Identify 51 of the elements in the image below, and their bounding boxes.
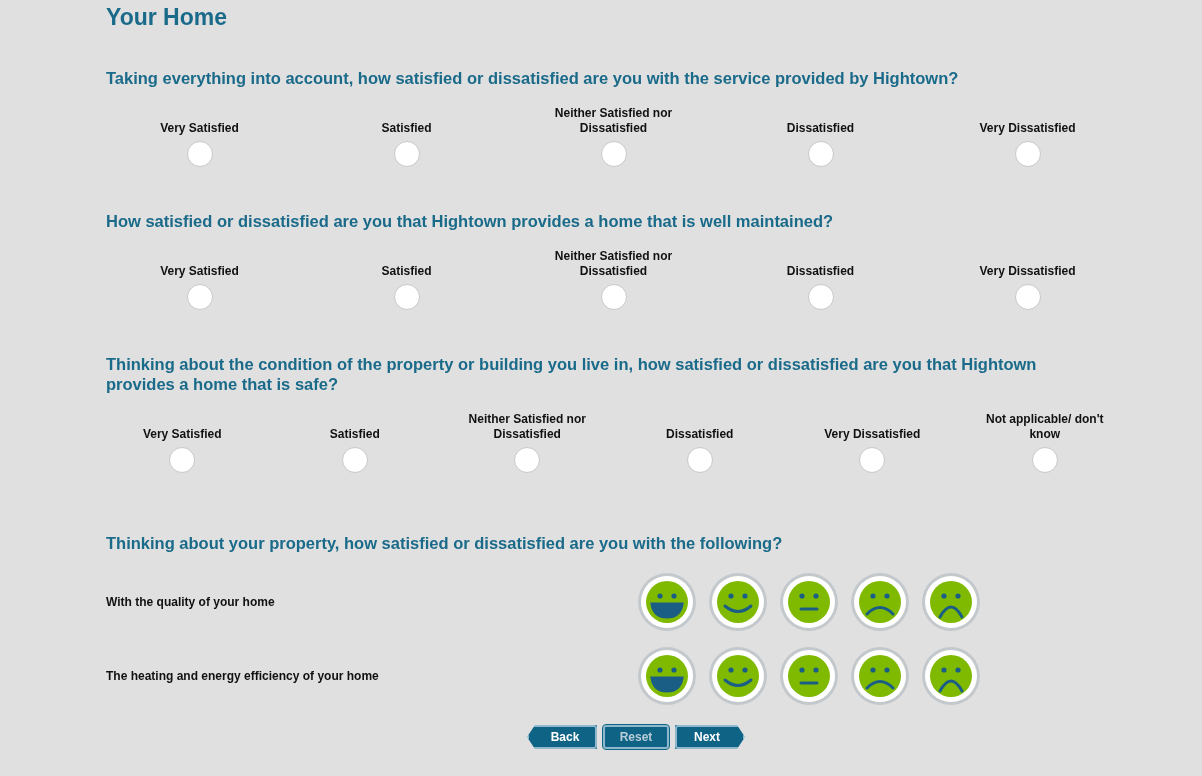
option-label: Very Dissatisfied <box>978 120 1077 136</box>
radio-button[interactable] <box>186 284 213 310</box>
option-label: Satisfied <box>380 120 433 136</box>
sad-face-icon[interactable] <box>920 645 982 707</box>
smiley-face-icon[interactable] <box>636 645 698 707</box>
radio-button[interactable] <box>1014 141 1041 167</box>
page-title: Your Home <box>106 4 228 31</box>
option-label: Satisfied <box>380 263 433 279</box>
radio-button[interactable] <box>341 447 368 473</box>
radio-button[interactable] <box>807 284 834 310</box>
row-label: The heating and energy efficiency of your home <box>106 669 380 683</box>
radio-button[interactable] <box>393 141 420 167</box>
back-button[interactable]: Back <box>527 725 597 749</box>
radio-button[interactable] <box>169 447 196 473</box>
next-button[interactable]: Next <box>675 725 745 749</box>
option-label: Neither Satisfied nor Dissatisfied <box>467 412 587 442</box>
option-label: Very Satisfied <box>141 426 223 442</box>
option-label: Neither Satisfied nor Dissatisfied <box>553 249 674 279</box>
option-label: Very Satisfied <box>159 263 240 279</box>
neutral-face-icon[interactable] <box>778 571 840 633</box>
option-label: Very Satisfied <box>159 120 240 136</box>
radio-button[interactable] <box>186 141 213 167</box>
question-text: Thinking about the condition of the property or building you live in, how satisfied or dissatisfied are you that Hightown provides a home that is safe? <box>106 354 1038 394</box>
radio-button[interactable] <box>1031 447 1058 473</box>
smiley-face-icon[interactable] <box>707 645 769 707</box>
radio-button[interactable] <box>807 141 834 167</box>
option-label: Dissatisfied <box>785 263 856 279</box>
question-text: How satisfied or dissatisfied are you that Hightown provides a home that is well maintained? <box>106 211 835 231</box>
option-label: Dissatisfied <box>785 120 856 136</box>
radio-button[interactable] <box>600 284 627 310</box>
radio-button[interactable] <box>859 447 886 473</box>
question-text: Taking everything into account, how satisfied or dissatisfied are you with the service provided by Hightown? <box>106 68 960 88</box>
radio-button[interactable] <box>600 141 627 167</box>
option-label: Very Dissatisfied <box>823 426 922 442</box>
sad-face-icon[interactable] <box>849 571 911 633</box>
radio-button[interactable] <box>686 447 713 473</box>
option-label: Neither Satisfied nor Dissatisfied <box>553 106 674 136</box>
option-label: Satisfied <box>328 426 381 442</box>
option-label: Dissatisfied <box>665 426 735 442</box>
smiley-face-icon[interactable] <box>707 571 769 633</box>
row-label: With the quality of your home <box>106 595 276 609</box>
smiley-face-icon[interactable] <box>636 571 698 633</box>
question-text: Thinking about your property, how satisfied or dissatisfied are you with the following? <box>106 533 784 553</box>
sad-face-icon[interactable] <box>920 571 982 633</box>
neutral-face-icon[interactable] <box>778 645 840 707</box>
option-label: Very Dissatisfied <box>978 263 1077 279</box>
option-label: Not applicable/ don't know <box>985 412 1105 442</box>
radio-button[interactable] <box>393 284 420 310</box>
radio-button[interactable] <box>514 447 541 473</box>
radio-button[interactable] <box>1014 284 1041 310</box>
sad-face-icon[interactable] <box>849 645 911 707</box>
